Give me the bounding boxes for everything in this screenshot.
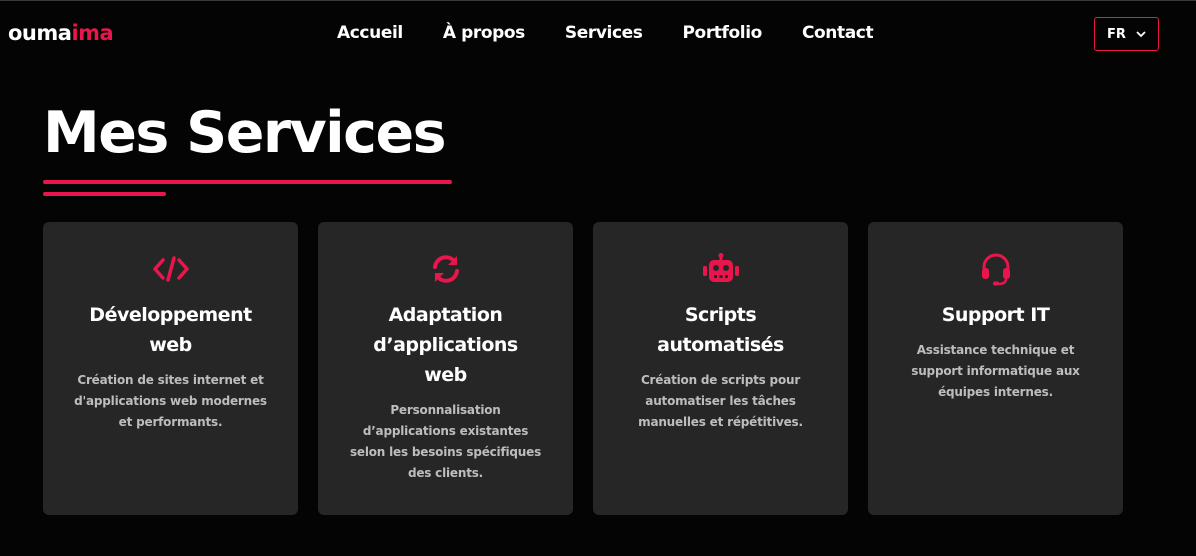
nav-item-portfolio[interactable]: Portfolio xyxy=(682,23,762,43)
title-underline-short xyxy=(43,192,166,196)
sync-icon xyxy=(426,252,466,286)
service-card-app-adaptation: Adaptation d’applications web Personnali… xyxy=(318,222,573,515)
nav-item-contact[interactable]: Contact xyxy=(802,23,874,43)
service-description: Personnalisation d’applications existant… xyxy=(349,403,542,480)
language-select-value: FR xyxy=(1107,26,1126,42)
title-underline xyxy=(43,180,452,184)
service-description: Création de scripts pour automatiser les… xyxy=(638,373,803,429)
nav-item-accueil[interactable]: Accueil xyxy=(337,23,403,43)
chevron-down-icon xyxy=(1136,28,1146,41)
service-card-support: Support IT Assistance technique et suppo… xyxy=(868,222,1123,515)
service-card-web-dev: Développement web Création de sites inte… xyxy=(43,222,298,515)
service-description: Création de sites internet et d'applicat… xyxy=(74,373,267,429)
language-select[interactable]: FR xyxy=(1094,17,1159,51)
page-title: Mes Services xyxy=(43,100,447,166)
nav-item-a-propos[interactable]: À propos xyxy=(443,23,525,43)
service-title: Développement web xyxy=(89,304,252,356)
code-icon xyxy=(151,252,191,286)
service-description: Assistance technique et support informat… xyxy=(911,343,1080,399)
service-card-scripts: Scripts automatisés Création de scripts … xyxy=(593,222,848,515)
service-title: Scripts automatisés xyxy=(657,304,784,356)
main-nav: Accueil À propos Services Portfolio Cont… xyxy=(337,23,874,43)
service-title: Adaptation d’applications web xyxy=(373,304,518,386)
brand-logo-part2: ima xyxy=(71,21,114,45)
robot-icon xyxy=(701,252,741,286)
brand-logo-part1: ouma xyxy=(8,21,72,45)
services-grid: Développement web Création de sites inte… xyxy=(43,222,1123,515)
brand-logo[interactable]: oumaima xyxy=(8,21,114,45)
service-title: Support IT xyxy=(941,304,1050,326)
top-border xyxy=(0,0,1196,1)
headset-icon xyxy=(976,252,1016,286)
nav-item-services[interactable]: Services xyxy=(565,23,643,43)
